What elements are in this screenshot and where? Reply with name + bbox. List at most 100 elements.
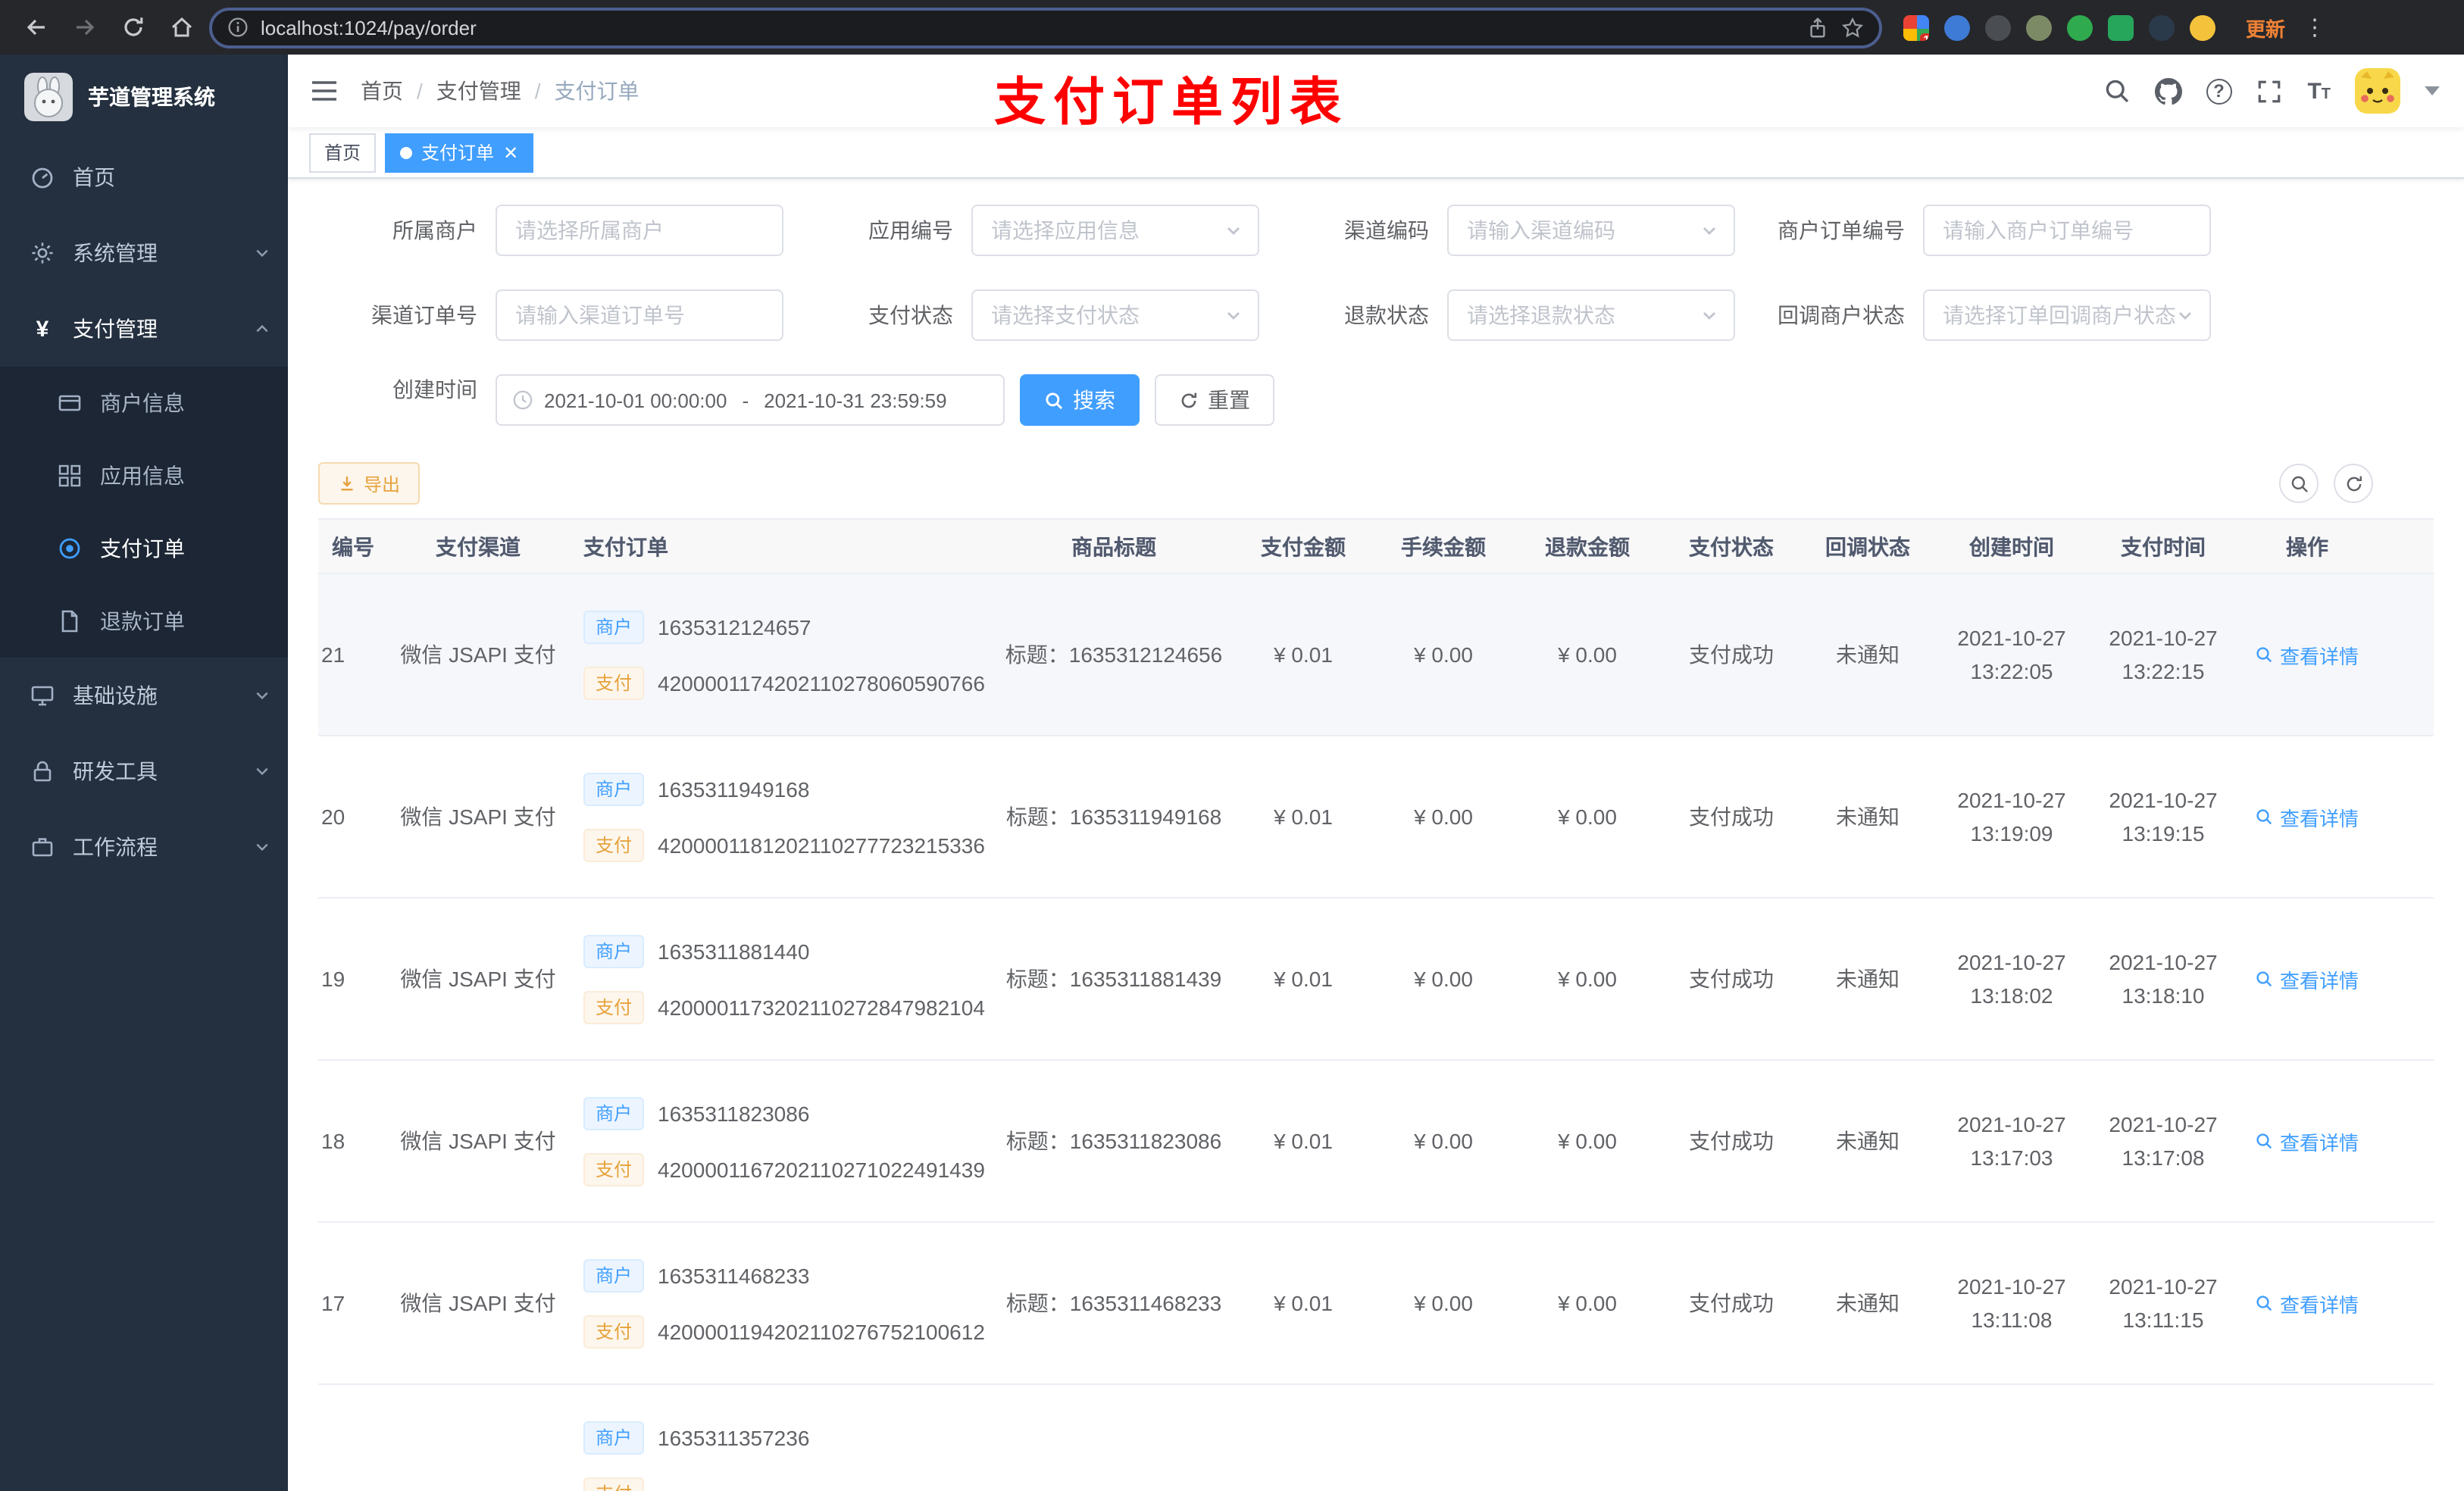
cell-status: 支付成功 <box>1659 1222 1803 1385</box>
hamburger-icon[interactable] <box>288 55 361 127</box>
cell-notify: 未通知 <box>1803 898 1932 1061</box>
cell-title: 标题：1635311949168 <box>993 736 1235 899</box>
refresh-icon[interactable] <box>2334 464 2373 503</box>
col-header-spacer <box>2379 518 2434 574</box>
field-label: 支付状态 <box>868 303 953 327</box>
breadcrumb-separator: / <box>534 79 541 103</box>
cell-id: 21 <box>318 574 388 736</box>
tab-home[interactable]: 首页 <box>309 133 377 172</box>
cell-create-time: 2021-10-27 13:22:05 <box>1932 574 2091 736</box>
fullscreen-icon[interactable] <box>2256 77 2283 105</box>
reset-button[interactable]: 重置 <box>1155 374 1274 426</box>
table-header-row: 编号 支付渠道 支付订单 商品标题 支付金额 手续金额 退款金额 支付状态 回调… <box>318 518 2434 574</box>
sidebar-item-app-info[interactable]: 应用信息 <box>0 439 288 512</box>
search-icon[interactable] <box>2103 77 2130 105</box>
browser-back-icon[interactable] <box>15 6 58 48</box>
url-bar[interactable]: localhost:1024/pay/order <box>209 7 1882 48</box>
extension-icon[interactable] <box>2149 14 2175 40</box>
extension-icon[interactable] <box>1985 14 2011 40</box>
browser-home-icon[interactable] <box>161 6 203 48</box>
extension-icon[interactable] <box>2026 14 2052 40</box>
breadcrumb-item[interactable]: 支付管理 <box>436 76 521 106</box>
filter-callback-status: 回调商户状态 请选择订单回调商户状态 <box>1746 289 2222 341</box>
view-detail-link[interactable]: 查看详情 <box>2256 802 2359 831</box>
sidebar-item-infra[interactable]: 基础设施 <box>0 658 288 733</box>
filter-refund-status: 退款状态 请选择退款状态 <box>1270 289 1746 341</box>
browser-forward-icon[interactable] <box>64 6 106 48</box>
search-button[interactable]: 搜索 <box>1020 374 1140 426</box>
browser-reload-icon[interactable] <box>112 6 155 48</box>
create-time-range-picker[interactable]: 2021-10-01 00:00:00 - 2021-10-31 23:59:5… <box>496 374 1005 426</box>
share-icon[interactable] <box>1806 16 1829 39</box>
channel-code-select[interactable]: 请输入渠道编码 <box>1447 205 1735 256</box>
browser-update-button[interactable]: 更新 <box>2237 13 2294 42</box>
monitor-icon <box>30 683 55 708</box>
extension-icon[interactable] <box>2067 14 2093 40</box>
field-label: 应用编号 <box>868 218 953 242</box>
extension-icon[interactable] <box>1944 14 1970 40</box>
callback-status-select[interactable]: 请选择订单回调商户状态 <box>1923 289 2211 341</box>
merchant-order-no-input[interactable] <box>1923 205 2211 256</box>
close-icon[interactable]: ✕ <box>503 143 518 161</box>
sidebar-item-label: 支付管理 <box>73 317 158 341</box>
browser-menu-icon[interactable]: ⋮ <box>2300 14 2332 41</box>
chevron-down-icon <box>255 764 270 779</box>
channel-order-no-input[interactable] <box>496 289 783 341</box>
table-row: 21 微信 JSAPI 支付 商户 1635312124657 支付 4200001… <box>318 574 2434 736</box>
cell-refund: ¥ 0.00 <box>1515 574 1659 736</box>
tab-label: 首页 <box>324 142 361 164</box>
select-placeholder: 请选择退款状态 <box>1467 303 1615 327</box>
col-header-pay-time: 支付时间 <box>2091 518 2235 574</box>
export-button[interactable]: 导出 <box>318 462 421 505</box>
merchant-tag: 商户 <box>583 610 645 643</box>
view-detail-link[interactable]: 查看详情 <box>2256 640 2359 669</box>
sidebar-item-payment[interactable]: ¥ 支付管理 <box>0 291 288 367</box>
field-label: 回调商户状态 <box>1778 303 1905 327</box>
help-icon[interactable]: ? <box>2206 78 2232 104</box>
cell-channel: 微信 JSAPI 支付 <box>388 736 568 899</box>
sidebar-item-home[interactable]: 首页 <box>0 139 288 215</box>
extension-icon[interactable] <box>2108 14 2134 40</box>
app-id-select[interactable]: 请选择应用信息 <box>971 205 1259 256</box>
view-detail-link[interactable]: 查看详情 <box>2256 1127 2359 1155</box>
cell-create-time: 2021-10-27 13:11:08 <box>1932 1222 2091 1385</box>
sidebar-item-label: 基础设施 <box>73 683 158 708</box>
table-row: 19 微信 JSAPI 支付 商户 1635311881440 支付 4200001… <box>318 898 2434 1061</box>
dashboard-icon <box>30 165 55 189</box>
site-info-icon[interactable] <box>227 17 249 38</box>
font-size-icon[interactable]: TT <box>2307 78 2331 104</box>
sidebar-item-merchant-info[interactable]: 商户信息 <box>0 367 288 439</box>
pay-status-select[interactable]: 请选择支付状态 <box>971 289 1259 341</box>
view-detail-link[interactable]: 查看详情 <box>2256 1289 2359 1318</box>
sidebar-item-pay-order[interactable]: 支付订单 <box>0 512 288 585</box>
refund-status-select[interactable]: 请选择退款状态 <box>1447 289 1735 341</box>
sidebar-item-dev-tools[interactable]: 研发工具 <box>0 733 288 809</box>
active-dot-icon <box>400 146 413 158</box>
sidebar-item-workflow[interactable]: 工作流程 <box>0 809 288 885</box>
cell-refund: ¥ 0.00 <box>1515 736 1659 899</box>
app-logo-row[interactable]: 芋道管理系统 <box>0 55 288 139</box>
bookmark-star-icon[interactable] <box>1841 16 1864 39</box>
github-icon[interactable] <box>2154 77 2182 105</box>
cell-refund: ¥ 0.00 <box>1515 898 1659 1061</box>
avatar-caret-icon[interactable] <box>2425 86 2440 95</box>
sidebar-item-system[interactable]: 系统管理 <box>0 215 288 291</box>
extension-icon[interactable] <box>2190 14 2215 40</box>
col-header-id: 编号 <box>318 518 388 574</box>
browser-extensions: 10 <box>1888 14 2231 40</box>
tab-pay-order[interactable]: 支付订单 ✕ <box>385 133 534 172</box>
toggle-search-icon[interactable] <box>2279 464 2319 503</box>
extension-icon[interactable]: 10 <box>1903 14 1929 40</box>
breadcrumb-item[interactable]: 首页 <box>361 76 403 106</box>
view-detail-link[interactable]: 查看详情 <box>2256 964 2359 993</box>
cell-pay-order: 商户 1635311881440 支付 4200001173202110272847… <box>568 898 993 1061</box>
merchant-input[interactable] <box>496 205 783 256</box>
sidebar-item-refund-order[interactable]: 退款订单 <box>0 585 288 658</box>
merchant-order-no: 1635311949168 <box>658 777 810 801</box>
tags-view: 首页 支付订单 ✕ <box>288 127 2464 179</box>
export-button-label: 导出 <box>364 474 401 495</box>
select-placeholder: 请选择订单回调商户状态 <box>1943 303 2176 327</box>
filter-merchant-order-no: 商户订单编号 <box>1746 205 2222 256</box>
app-title: 芋道管理系统 <box>88 85 215 109</box>
user-avatar[interactable] <box>2355 68 2400 114</box>
